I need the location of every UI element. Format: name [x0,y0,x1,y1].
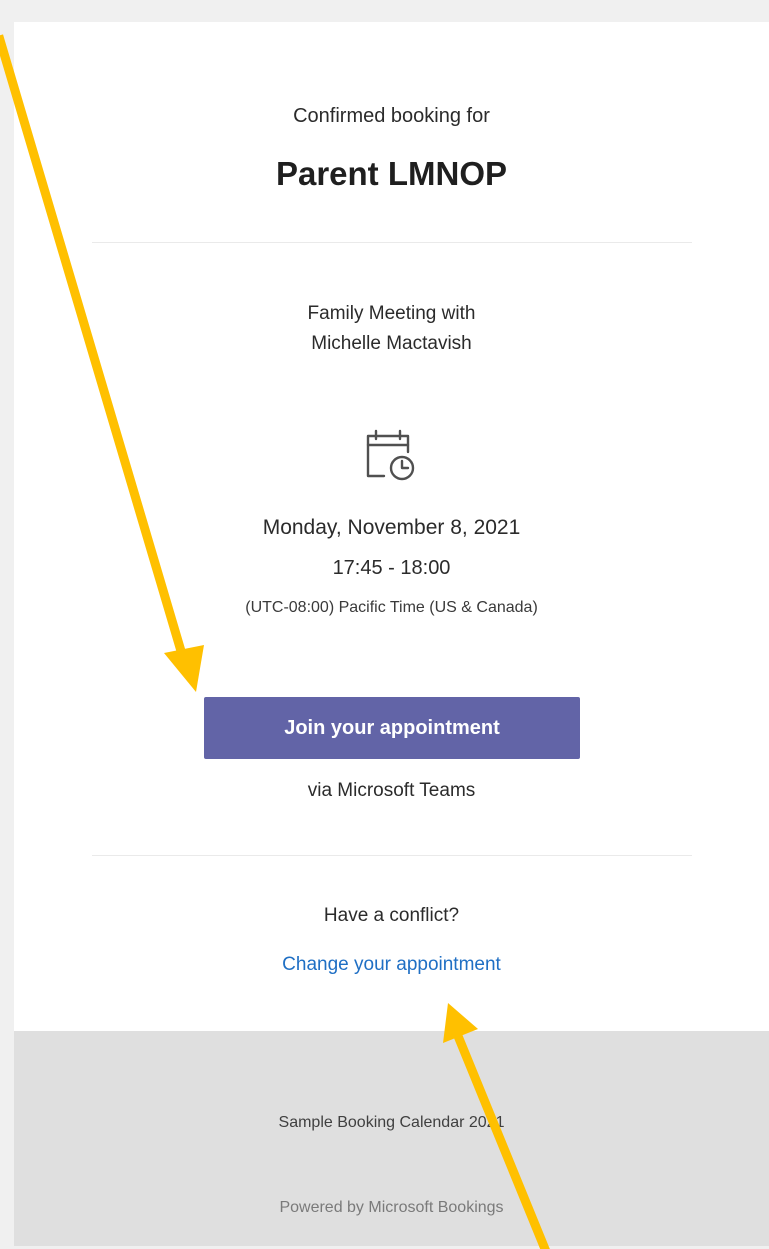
booking-confirmation-card: Confirmed booking for Parent LMNOP Famil… [14,22,769,1246]
appointment-timezone: (UTC-08:00) Pacific Time (US & Canada) [245,599,538,616]
divider [92,242,692,243]
customer-name-title: Parent LMNOP [275,155,508,192]
appointment-date: Monday, November 8, 2021 [262,516,521,539]
divider [92,855,692,856]
calendar-name: Sample Booking Calendar 2021 [278,1114,505,1131]
appointment-time: 17:45 - 18:00 [332,557,451,579]
meeting-description: Family Meeting with Michelle Mactavish [14,299,769,359]
meeting-type-line: Family Meeting with [307,303,476,324]
join-appointment-button[interactable]: Join your appointment [204,697,580,759]
conflict-prompt: Have a conflict? [323,905,460,926]
calendar-clock-icon [366,429,415,481]
footer: Sample Booking Calendar 2021 Powered by … [14,1031,769,1246]
change-appointment-link[interactable]: Change your appointment [14,954,769,976]
powered-by-label: Powered by Microsoft Bookings [279,1199,504,1216]
meeting-host-line: Michelle Mactavish [311,333,472,354]
confirmed-booking-label: Confirmed booking for [293,105,490,127]
via-teams-label: via Microsoft Teams [307,780,476,801]
